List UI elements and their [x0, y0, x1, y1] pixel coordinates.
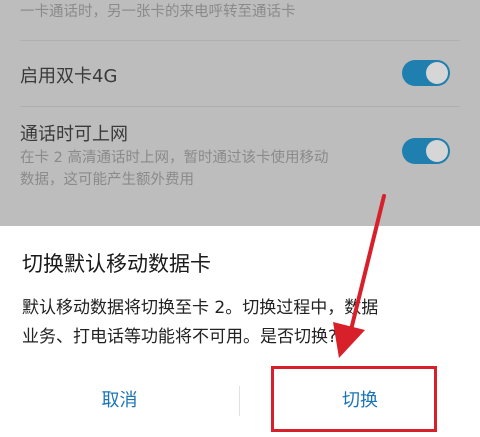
annotation-arrow-icon [333, 194, 386, 358]
